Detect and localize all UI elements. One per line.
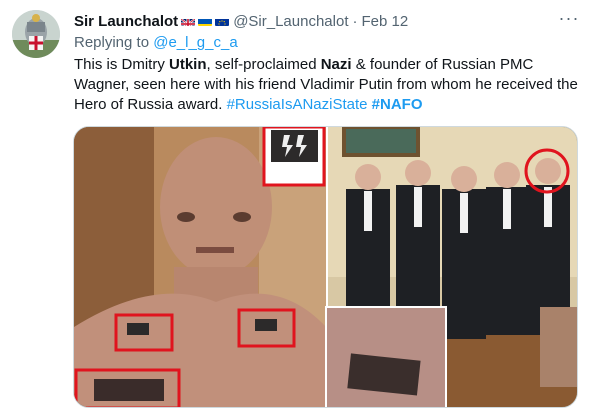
more-options-icon[interactable]: ··· xyxy=(557,9,581,31)
media-photo-portrait[interactable] xyxy=(74,127,326,408)
hashtag-nafo[interactable]: #NAFO xyxy=(372,96,423,113)
hashtag-russiaisanazistate[interactable]: #RussiaIsANaziState xyxy=(227,96,368,113)
tweet-bold-utkin: Utkin xyxy=(169,56,207,73)
tweet-text-1: This is Dmitry xyxy=(74,56,169,73)
ukraine-flag-icon xyxy=(198,16,213,26)
avatar[interactable] xyxy=(12,10,60,58)
tweet-media[interactable] xyxy=(73,126,578,408)
tweet-text-2: , self-proclaimed xyxy=(206,56,321,73)
tweet-date[interactable]: Feb 12 xyxy=(362,13,409,30)
replying-to: Replying to @e_l_g_c_a xyxy=(74,34,238,51)
reply-mention-link[interactable]: @e_l_g_c_a xyxy=(153,34,237,51)
author-handle[interactable]: @Sir_Launchalot xyxy=(233,13,348,30)
eu-flag-icon xyxy=(215,16,230,26)
tweet-bold-nazi: Nazi xyxy=(320,56,352,73)
author-name[interactable]: Sir Launchalot xyxy=(74,13,178,30)
tweet[interactable]: Sir Launchalot @Sir_Launchalot · Feb 12 … xyxy=(0,0,597,414)
media-photo-group[interactable] xyxy=(325,127,578,408)
replying-to-label: Replying to xyxy=(74,34,150,51)
tweet-header: Sir Launchalot @Sir_Launchalot · Feb 12 xyxy=(74,11,408,31)
tweet-text: This is Dmitry Utkin, self-proclaimed Na… xyxy=(74,55,584,115)
uk-flag-icon xyxy=(181,16,196,26)
separator-dot: · xyxy=(352,12,358,30)
